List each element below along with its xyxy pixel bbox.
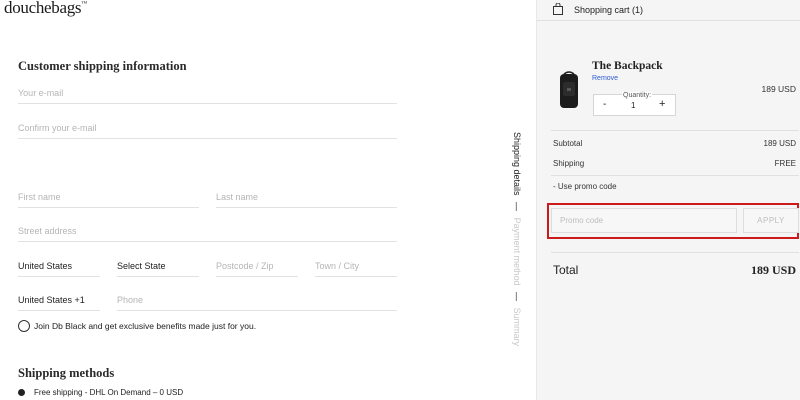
divider bbox=[551, 252, 799, 253]
remove-item-link[interactable]: Remove bbox=[592, 75, 618, 82]
product-price: 189 USD bbox=[761, 84, 797, 94]
first-name-field[interactable] bbox=[18, 186, 199, 208]
phone-country-select[interactable]: United States +1 bbox=[18, 289, 100, 311]
total-label: Total bbox=[553, 263, 579, 277]
divider bbox=[551, 130, 799, 131]
shipping-method-label: Free shipping - DHL On Demand – 0 USD bbox=[34, 388, 184, 397]
checkbox-circle-icon[interactable] bbox=[18, 320, 30, 332]
join-db-black-label: Join Db Black and get exclusive benefits… bbox=[34, 321, 257, 331]
cart-panel: Shopping cart (1) The Backpack Remove 18… bbox=[536, 0, 800, 400]
last-name-field[interactable] bbox=[216, 186, 397, 208]
shipping-label: Shipping bbox=[553, 159, 585, 168]
street-address-input[interactable] bbox=[18, 220, 397, 241]
shipping-methods-heading: Shipping methods bbox=[18, 366, 115, 380]
country-value: United States bbox=[18, 261, 73, 271]
step-payment-method: Payment method bbox=[512, 217, 522, 286]
shopping-bag-icon bbox=[553, 3, 563, 15]
confirm-email-input[interactable] bbox=[18, 117, 397, 138]
country-select[interactable]: United States bbox=[18, 255, 100, 277]
quantity-label: Quantity: bbox=[622, 92, 653, 99]
step-separator: — bbox=[512, 202, 522, 212]
phone-field[interactable] bbox=[117, 289, 397, 311]
phone-input[interactable] bbox=[117, 289, 397, 310]
quantity-decrease-button[interactable]: - bbox=[603, 99, 606, 110]
state-select[interactable]: Select State bbox=[117, 255, 199, 277]
quantity-stepper[interactable]: Quantity: - 1 + bbox=[593, 92, 676, 116]
logo-trademark: ™ bbox=[81, 1, 87, 7]
promo-code-field[interactable] bbox=[551, 208, 737, 233]
subtotal-value: 189 USD bbox=[763, 139, 796, 148]
cart-title: Shopping cart (1) bbox=[574, 5, 644, 15]
postcode-input[interactable] bbox=[216, 255, 298, 276]
product-name[interactable]: The Backpack bbox=[592, 60, 663, 72]
brand-logo[interactable]: douchebags™ bbox=[4, 0, 87, 18]
quantity-increase-button[interactable]: + bbox=[659, 98, 665, 110]
last-name-input[interactable] bbox=[216, 186, 397, 207]
street-address-field[interactable] bbox=[18, 220, 397, 242]
backpack-product-image bbox=[560, 71, 578, 108]
apply-promo-button[interactable]: APPLY bbox=[743, 208, 799, 233]
shipping-method-option[interactable]: Free shipping - DHL On Demand – 0 USD bbox=[18, 388, 183, 397]
divider bbox=[551, 175, 799, 176]
shipping-info-heading: Customer shipping information bbox=[18, 59, 187, 73]
subtotal-label: Subtotal bbox=[553, 139, 583, 148]
radio-selected-icon[interactable] bbox=[18, 389, 25, 396]
confirm-email-field[interactable] bbox=[18, 117, 397, 139]
state-value: Select State bbox=[117, 261, 166, 271]
first-name-input[interactable] bbox=[18, 186, 199, 207]
checkout-steps: Shipping details — Payment method — Summ… bbox=[512, 132, 522, 346]
postcode-field[interactable] bbox=[216, 255, 298, 277]
promo-code-input[interactable] bbox=[552, 209, 736, 232]
logo-text: douchebags bbox=[4, 0, 82, 17]
town-field[interactable] bbox=[315, 255, 397, 277]
total-value: 189 USD bbox=[750, 263, 796, 277]
phone-prefix-value: United States +1 bbox=[18, 295, 85, 305]
promo-code-highlight: APPLY bbox=[547, 203, 799, 239]
join-db-black-checkbox[interactable]: Join Db Black and get exclusive benefits… bbox=[18, 320, 256, 332]
town-input[interactable] bbox=[315, 255, 397, 276]
email-input[interactable] bbox=[18, 82, 397, 103]
email-field[interactable] bbox=[18, 82, 397, 104]
step-separator: — bbox=[512, 292, 522, 302]
step-shipping-details: Shipping details bbox=[512, 132, 522, 196]
use-promo-code-toggle[interactable]: - Use promo code bbox=[553, 182, 617, 191]
quantity-value: 1 bbox=[631, 101, 636, 110]
step-summary: Summary bbox=[512, 307, 522, 347]
divider bbox=[537, 20, 800, 21]
shipping-value: FREE bbox=[774, 159, 796, 168]
